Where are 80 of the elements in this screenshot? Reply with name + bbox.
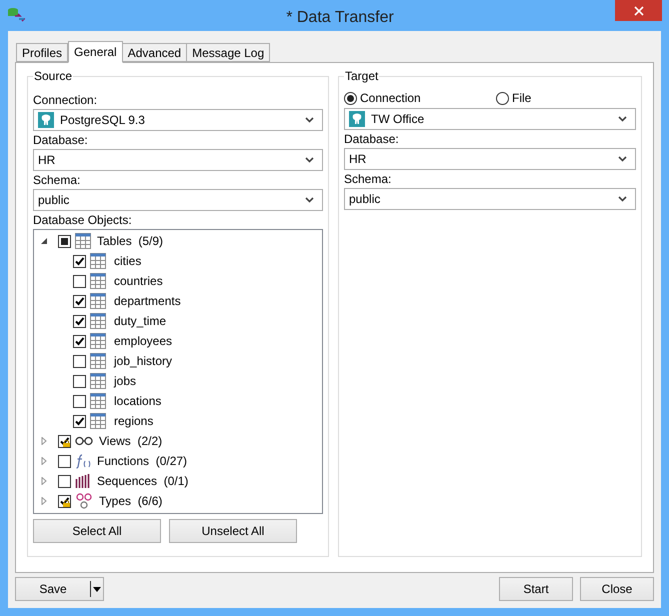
- table-icon: [90, 373, 106, 389]
- save-split-button[interactable]: Save: [15, 577, 104, 601]
- table-icon: [90, 253, 106, 269]
- field-label: Schema:: [33, 172, 82, 189]
- glasses-icon: [75, 436, 93, 446]
- close-button[interactable]: [615, 0, 662, 21]
- tab[interactable]: Advanced: [122, 43, 188, 62]
- table-icon: [90, 293, 106, 309]
- bars-icon: [75, 473, 91, 489]
- elephant-icon: [349, 111, 365, 127]
- elephant-icon: [38, 112, 54, 128]
- expand-icon[interactable]: [40, 457, 48, 465]
- field-label: Schema:: [344, 171, 392, 188]
- checkbox[interactable]: [73, 274, 86, 288]
- tree-item[interactable]: Tables (5/9): [97, 232, 164, 250]
- schema-dropdown[interactable]: public: [344, 188, 636, 210]
- checkbox[interactable]: [73, 374, 86, 388]
- field-label: Database Objects:: [33, 212, 133, 229]
- tree-item[interactable]: cities: [114, 252, 142, 270]
- expand-icon[interactable]: [40, 437, 48, 445]
- connection-dropdown[interactable]: PostgreSQL 9.3: [33, 109, 323, 131]
- tree-item[interactable]: employees: [114, 332, 172, 350]
- checkbox[interactable]: [58, 454, 71, 468]
- table-icon: [75, 233, 91, 249]
- tree-item[interactable]: duty_time: [114, 312, 166, 330]
- app-icon: [7, 6, 25, 24]
- tree-item[interactable]: locations: [114, 392, 162, 410]
- tree-item[interactable]: regions: [114, 412, 154, 430]
- expand-icon[interactable]: [40, 497, 48, 505]
- table-icon: [90, 313, 106, 329]
- radio-label[interactable]: Connection: [360, 89, 421, 107]
- field-label: Connection:: [33, 92, 98, 109]
- field-label: Database:: [33, 132, 89, 149]
- checkbox[interactable]: [73, 314, 86, 328]
- checkbox[interactable]: [58, 474, 71, 488]
- radio-button[interactable]: [344, 92, 357, 104]
- tree-item[interactable]: job_history: [114, 352, 172, 370]
- window-title: * Data Transfer: [285, 8, 395, 28]
- table-icon: [90, 393, 106, 409]
- field-label: Database:: [344, 131, 400, 148]
- tree-item[interactable]: Sequences (0/1): [97, 472, 188, 490]
- schema-dropdown[interactable]: public: [33, 189, 323, 211]
- checkbox[interactable]: [73, 354, 86, 368]
- close-icon: [634, 6, 644, 16]
- checkbox[interactable]: [58, 434, 71, 448]
- table-icon: [90, 273, 106, 289]
- tree-item[interactable]: Functions (0/27): [97, 452, 188, 470]
- tree-item[interactable]: Types (6/6): [99, 492, 162, 510]
- table-icon: [90, 413, 106, 429]
- object-tree[interactable]: Tables (5/9) cities countries departments duty_time employees job_history jobs locations regions Views (2/2) Functions (0/27) Sequences (0/1) Types (6/6): [33, 229, 323, 514]
- select-all-button[interactable]: Select All: [33, 519, 161, 543]
- tree-item[interactable]: departments: [114, 292, 181, 310]
- tree-item[interactable]: Views (2/2): [99, 432, 162, 450]
- tab[interactable]: Profiles: [16, 43, 68, 62]
- expand-icon[interactable]: [40, 477, 48, 485]
- checkbox[interactable]: [73, 394, 86, 408]
- checkbox[interactable]: [73, 254, 86, 268]
- collapse-icon[interactable]: [40, 237, 48, 245]
- checkbox[interactable]: [58, 494, 71, 508]
- function-icon: [75, 453, 91, 469]
- radio-button[interactable]: [496, 92, 509, 104]
- checkbox[interactable]: [73, 414, 86, 428]
- tree-item[interactable]: jobs: [114, 372, 136, 390]
- tab[interactable]: Message Log: [186, 43, 270, 62]
- database-dropdown[interactable]: HR: [33, 149, 323, 171]
- unselect-all-button[interactable]: Unselect All: [169, 519, 297, 543]
- start-button[interactable]: Start: [499, 577, 573, 601]
- connection-dropdown[interactable]: TW Office: [344, 108, 636, 130]
- circles-icon: [75, 493, 93, 509]
- tree-item[interactable]: countries: [114, 272, 163, 290]
- checkbox[interactable]: [58, 234, 71, 248]
- tab[interactable]: General: [68, 41, 123, 63]
- caret-icon[interactable]: [93, 586, 101, 592]
- checkbox[interactable]: [73, 334, 86, 348]
- table-icon: [90, 353, 106, 369]
- close-dialog-button[interactable]: Close: [580, 577, 654, 601]
- table-icon: [90, 333, 106, 349]
- database-dropdown[interactable]: HR: [344, 148, 636, 170]
- radio-label[interactable]: File: [512, 89, 532, 107]
- checkbox[interactable]: [73, 294, 86, 308]
